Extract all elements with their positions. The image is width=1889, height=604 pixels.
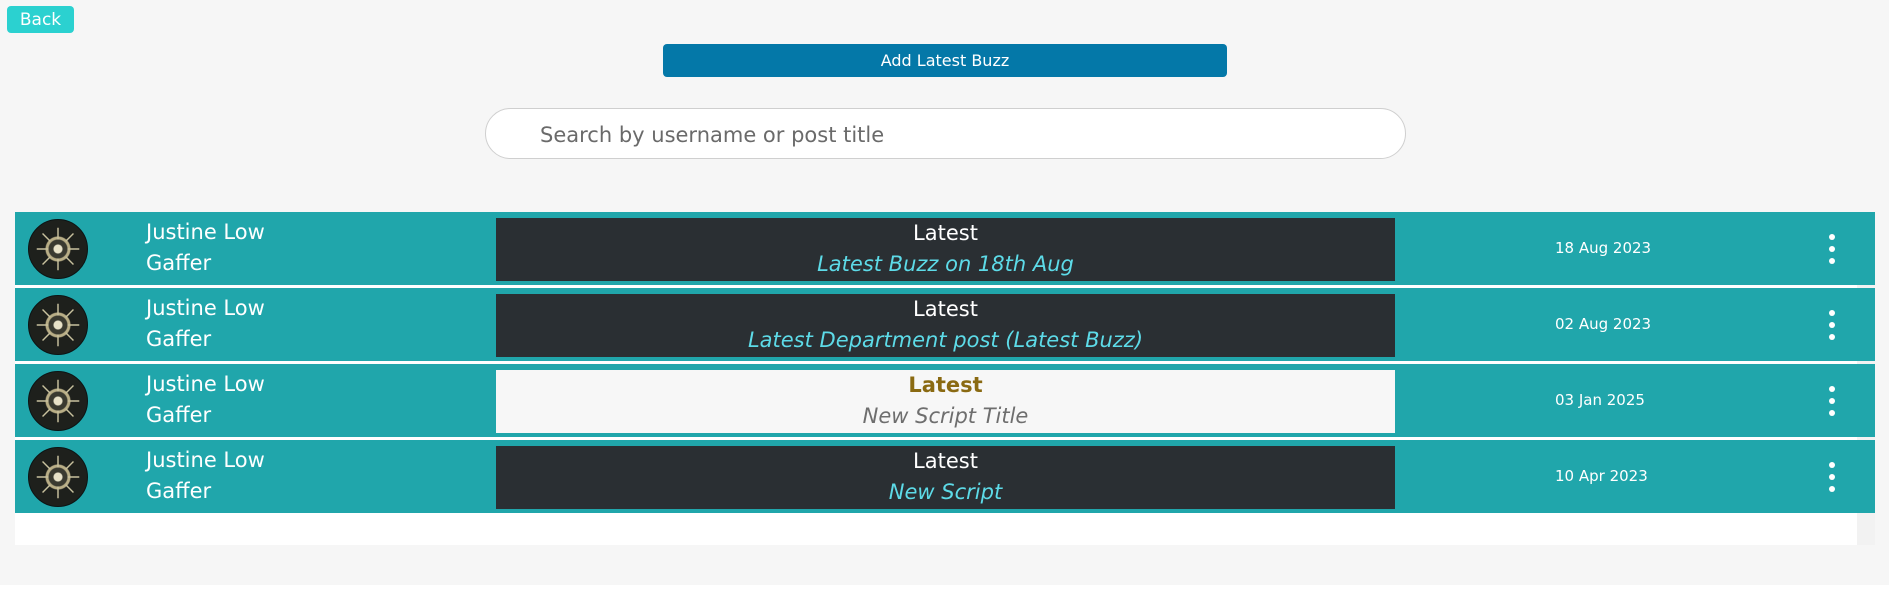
post-title: New Script: [888, 480, 1003, 504]
post-date: 03 Jan 2025: [1555, 391, 1645, 409]
post-username: Justine Low: [146, 372, 265, 396]
post-date: 02 Aug 2023: [1555, 315, 1652, 333]
search-input[interactable]: [538, 109, 1385, 160]
post-title: Latest Buzz on 18th Aug: [817, 252, 1074, 276]
post-row[interactable]: Justine Low Gaffer Latest Latest Departm…: [15, 288, 1875, 361]
post-list: Justine Low Gaffer Latest Latest Buzz on…: [15, 212, 1875, 545]
post-user-role: Gaffer: [146, 327, 212, 351]
post-user-role: Gaffer: [146, 479, 212, 503]
post-username: Justine Low: [146, 296, 265, 320]
post-content[interactable]: Latest Latest Department post (Latest Bu…: [496, 294, 1395, 357]
post-content[interactable]: Latest Latest Buzz on 18th Aug: [496, 218, 1395, 281]
more-vertical-icon[interactable]: [1825, 462, 1839, 492]
post-category: Latest: [913, 449, 978, 473]
more-vertical-icon[interactable]: [1825, 386, 1839, 416]
post-title: Latest Department post (Latest Buzz): [747, 328, 1144, 352]
back-button[interactable]: Back: [7, 6, 74, 33]
avatar-icon[interactable]: [28, 447, 88, 507]
post-row[interactable]: Justine Low Gaffer Latest New Script Tit…: [15, 364, 1875, 437]
post-username: Justine Low: [146, 448, 265, 472]
footer-strip: [0, 585, 1889, 604]
post-date: 10 Apr 2023: [1555, 467, 1648, 485]
post-category: Latest: [913, 297, 978, 321]
post-content[interactable]: Latest New Script Title: [496, 370, 1395, 433]
more-vertical-icon[interactable]: [1825, 234, 1839, 264]
avatar-icon[interactable]: [28, 371, 88, 431]
post-user-role: Gaffer: [146, 403, 212, 427]
post-username: Justine Low: [146, 220, 265, 244]
post-date: 18 Aug 2023: [1555, 239, 1652, 257]
post-category: Latest: [913, 221, 978, 245]
post-row[interactable]: Justine Low Gaffer Latest New Script 10 …: [15, 440, 1875, 513]
post-row[interactable]: Justine Low Gaffer Latest Latest Buzz on…: [15, 212, 1875, 285]
post-title: New Script Title: [862, 404, 1029, 428]
avatar-icon[interactable]: [28, 295, 88, 355]
post-category: Latest: [908, 373, 983, 397]
search-bar: [485, 108, 1406, 160]
more-vertical-icon[interactable]: [1825, 310, 1839, 340]
post-content[interactable]: Latest New Script: [496, 446, 1395, 509]
add-latest-buzz-button[interactable]: Add Latest Buzz: [663, 44, 1227, 77]
post-user-role: Gaffer: [146, 251, 212, 275]
avatar-icon[interactable]: [28, 219, 88, 279]
